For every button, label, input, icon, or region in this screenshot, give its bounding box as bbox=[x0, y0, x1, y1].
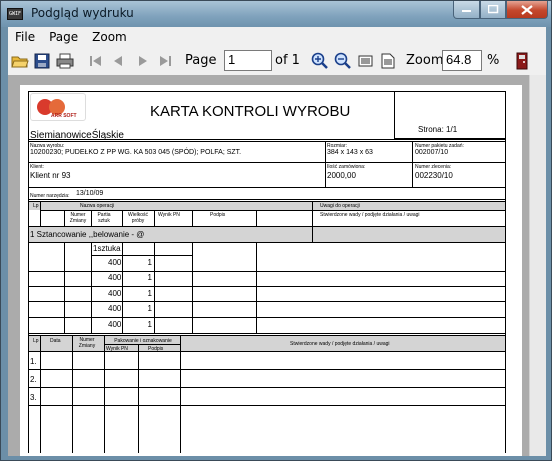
open-folder-icon bbox=[11, 56, 29, 68]
app-icon: GWIF bbox=[7, 8, 23, 20]
minimize-button[interactable] bbox=[453, 1, 480, 19]
menu-zoom[interactable]: Zoom bbox=[85, 30, 134, 44]
last-page-icon bbox=[160, 56, 171, 66]
printed-page: ARR SOFT KARTA KONTROLI WYROBU Siemianow… bbox=[20, 85, 522, 456]
page-width-button[interactable] bbox=[356, 51, 376, 71]
percent-label: % bbox=[487, 53, 500, 68]
batch-cell: 400 bbox=[108, 273, 122, 282]
toolbar: Page 1 of 1 Zoom 64.8 % bbox=[8, 48, 546, 74]
zoom-out-button[interactable] bbox=[333, 51, 353, 71]
sample-cell: 1 bbox=[147, 320, 152, 329]
zoom-out-icon bbox=[334, 52, 351, 69]
tool-number: 13/10/09 bbox=[76, 190, 104, 197]
next-page-icon bbox=[139, 56, 147, 66]
prev-page-button[interactable] bbox=[108, 51, 128, 71]
zoom-in-icon bbox=[311, 52, 328, 69]
save-button[interactable] bbox=[32, 51, 52, 71]
save-icon bbox=[34, 53, 50, 69]
whole-page-icon bbox=[381, 53, 395, 69]
menu-bar: File Page Zoom bbox=[8, 27, 546, 47]
close-button[interactable] bbox=[506, 1, 548, 19]
page-label: Page bbox=[185, 53, 217, 68]
menu-file[interactable]: File bbox=[8, 30, 42, 44]
sample-cell: 1 bbox=[147, 304, 152, 313]
ordered-qty: 2000,00 bbox=[327, 171, 356, 180]
product-size: 384 x 143 x 63 bbox=[327, 149, 373, 156]
window-client: File Page Zoom Page 1 of 1 Zoom 64.8 % A… bbox=[8, 27, 546, 456]
prev-page-icon bbox=[114, 56, 122, 66]
zoom-label: Zoom bbox=[406, 53, 444, 68]
preview-window: GWIF Podgląd wydruku File Page Zoom Page… bbox=[0, 0, 552, 461]
title-bar[interactable]: GWIF Podgląd wydruku bbox=[1, 1, 551, 27]
company-logo: ARR SOFT bbox=[30, 93, 86, 121]
sample-cell: 1 bbox=[147, 258, 152, 267]
page-indicator: Strona: 1/1 bbox=[418, 125, 458, 134]
open-button[interactable] bbox=[10, 51, 30, 71]
minimize-icon bbox=[461, 9, 471, 12]
page-count-label: of 1 bbox=[275, 53, 300, 68]
batch-cell: 400 bbox=[108, 258, 122, 267]
zoom-input[interactable]: 64.8 bbox=[442, 50, 482, 71]
bottom-row-number: 1. bbox=[30, 357, 37, 366]
exit-button[interactable] bbox=[512, 51, 532, 71]
zoom-in-button[interactable] bbox=[310, 51, 330, 71]
sample-cell: 1 bbox=[147, 273, 152, 282]
next-page-button[interactable] bbox=[133, 51, 153, 71]
document-title: KARTA KONTROLI WYROBU bbox=[150, 103, 351, 120]
client-name: Klient nr 93 bbox=[30, 171, 71, 180]
logo-icon: ARR SOFT bbox=[37, 99, 77, 119]
batch-cell: 400 bbox=[108, 304, 122, 313]
page-number-input[interactable]: 1 bbox=[224, 50, 272, 71]
first-page-icon bbox=[90, 56, 101, 66]
maximize-button[interactable] bbox=[480, 1, 506, 19]
menu-page[interactable]: Page bbox=[42, 30, 85, 44]
exit-icon bbox=[516, 52, 528, 70]
bottom-row-number: 2. bbox=[30, 375, 37, 384]
order-number: 002230/10 bbox=[415, 171, 453, 180]
product-name: 10200230; PUDEŁKO Z PP WG. KA 503 045 (S… bbox=[30, 149, 242, 156]
last-page-button[interactable] bbox=[155, 51, 175, 71]
batch-cell: 400 bbox=[108, 320, 122, 329]
print-button[interactable] bbox=[55, 51, 75, 71]
operation-row: 1 Sztancowanie ,,belowanie - @ bbox=[30, 230, 145, 239]
print-preview-area[interactable]: ARR SOFT KARTA KONTROLI WYROBU Siemianow… bbox=[8, 75, 546, 456]
first-page-button[interactable] bbox=[86, 51, 106, 71]
batch-cell: 400 bbox=[108, 289, 122, 298]
vertical-scrollbar[interactable] bbox=[529, 75, 546, 456]
print-icon bbox=[56, 53, 74, 69]
unit-label: 1sztuka bbox=[93, 244, 121, 253]
sample-cell: 1 bbox=[147, 289, 152, 298]
page-width-icon bbox=[358, 55, 373, 67]
close-icon bbox=[521, 4, 533, 15]
bottom-row-number: 3. bbox=[30, 393, 37, 402]
svg-text:ARR SOFT: ARR SOFT bbox=[51, 113, 77, 119]
window-title: Podgląd wydruku bbox=[31, 6, 134, 20]
maximize-icon bbox=[487, 5, 498, 14]
whole-page-button[interactable] bbox=[378, 51, 398, 71]
package-number: 002007/10 bbox=[415, 149, 449, 156]
